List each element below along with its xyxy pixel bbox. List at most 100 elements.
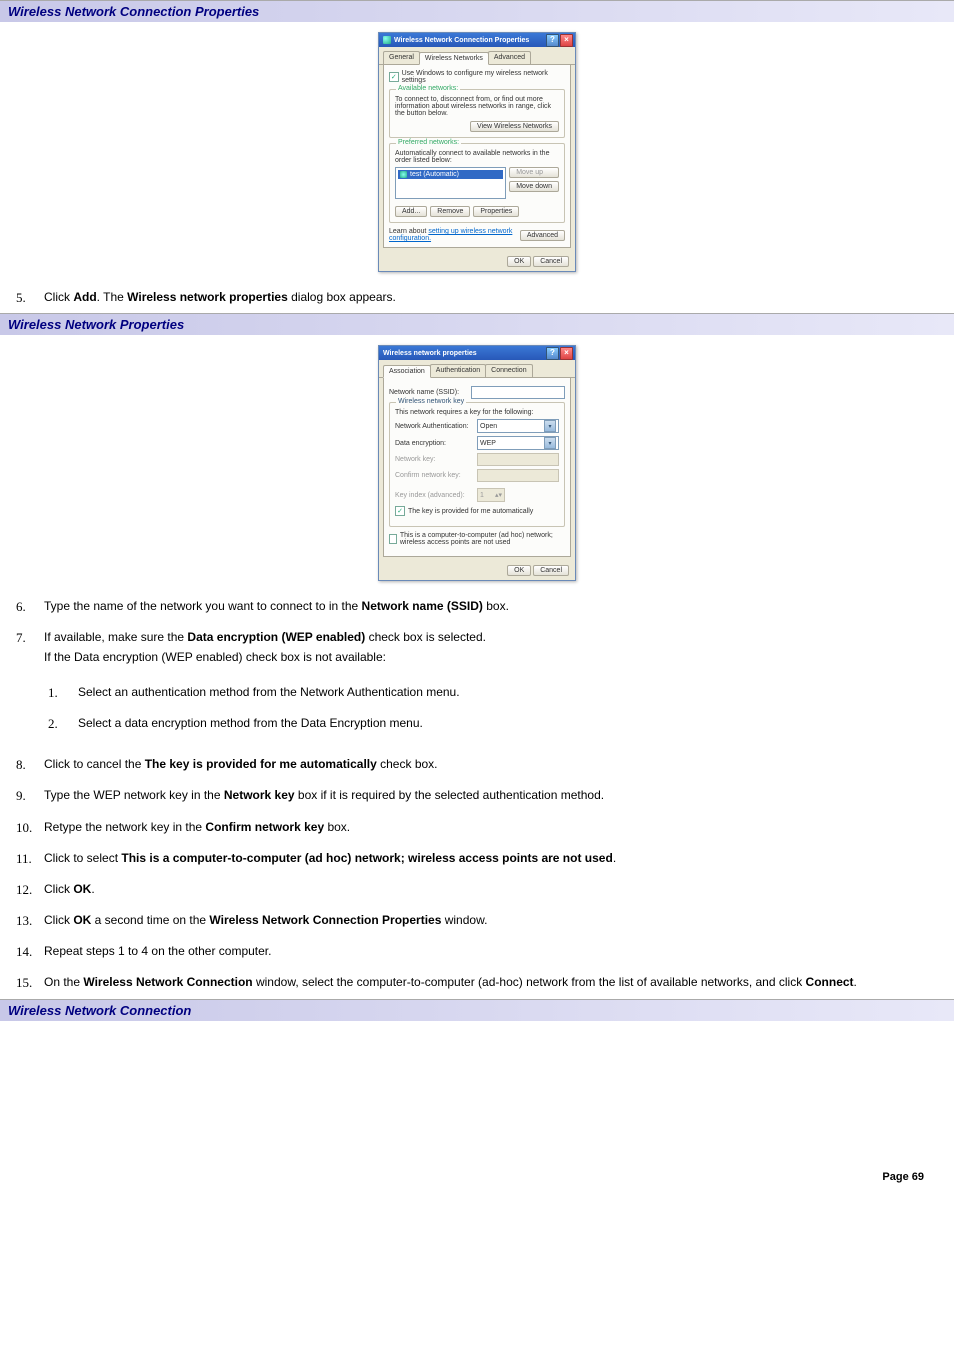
close-button[interactable]: × [560,347,573,360]
step-14: 14. Repeat steps 1 to 4 on the other com… [0,936,954,967]
adhoc-checkbox[interactable]: ✓ This is a computer-to-computer (ad hoc… [389,532,565,546]
available-legend: Available networks: [396,85,460,92]
substep-number: 1. [48,683,58,704]
move-up-button[interactable]: Move up [509,167,559,178]
step-number: 6. [16,597,26,618]
chevron-down-icon: ▾ [544,420,556,432]
step-number: 14. [16,942,32,963]
substep-number: 2. [48,714,58,735]
step-15: 15. On the Wireless Network Connection w… [0,967,954,998]
add-button[interactable]: Add... [395,206,427,217]
titlebar: Wireless Network Connection Properties ?… [379,33,575,47]
key-text: This network requires a key for the foll… [395,409,559,416]
view-wireless-networks-button[interactable]: View Wireless Networks [470,121,559,132]
tab-general[interactable]: General [383,51,420,64]
step-number: 9. [16,786,26,807]
auto-key-label: The key is provided for me automatically [408,508,533,515]
help-button[interactable]: ? [546,34,559,47]
adhoc-label: This is a computer-to-computer (ad hoc) … [400,532,565,546]
auto-key-checkbox[interactable]: ✓ The key is provided for me automatical… [395,506,559,516]
wireless-icon [383,36,391,44]
enc-value: WEP [480,440,496,447]
step-5: 5. Click Add. The Wireless network prope… [0,282,954,313]
preferred-networks-group: Preferred networks: Automatically connec… [389,143,565,223]
ok-button[interactable]: OK [507,565,531,576]
learn-about-text: Learn about [389,228,428,235]
checkbox-icon: ✓ [389,534,397,544]
data-encryption-select[interactable]: WEP ▾ [477,436,559,450]
key-legend: Wireless network key [396,398,466,405]
step-13: 13. Click OK a second time on the Wirele… [0,905,954,936]
tab-strip: Association Authentication Connection [379,360,575,378]
chevron-down-icon: ▾ [544,437,556,449]
step-number: 5. [16,288,26,309]
ok-button[interactable]: OK [507,256,531,267]
step-number: 7. [16,628,26,649]
ssid-label: Network name (SSID): [389,389,467,396]
tab-authentication[interactable]: Authentication [430,364,486,377]
section-header-connection-properties: Wireless Network Connection Properties [0,0,954,22]
list-item-label: test (Automatic) [410,171,459,178]
network-authentication-select[interactable]: Open ▾ [477,419,559,433]
key-index-value: 1 [480,492,484,499]
enc-label: Data encryption: [395,440,473,447]
dialog-title: Wireless network properties [383,350,477,357]
substep-2: 2. Select a data encryption method from … [44,708,934,739]
cancel-button[interactable]: Cancel [533,256,569,267]
use-windows-checkbox[interactable]: ✓ Use Windows to configure my wireless n… [389,70,565,84]
dialog-title: Wireless Network Connection Properties [394,37,529,44]
tab-advanced[interactable]: Advanced [488,51,531,64]
checkbox-icon: ✓ [389,72,399,82]
figure-network-properties: Wireless network properties ? × Associat… [0,335,954,591]
step-7: 7. If available, make sure the Data encr… [0,622,954,749]
key-index-label: Key index (advanced): [395,492,473,499]
page-number: Page 69 [0,1141,954,1193]
step-11: 11. Click to select This is a computer-t… [0,843,954,874]
network-key-label: Network key: [395,456,473,463]
step-number: 10. [16,818,32,839]
available-networks-group: Available networks: To connect to, disco… [389,89,565,138]
cancel-button[interactable]: Cancel [533,565,569,576]
confirm-key-input [477,469,559,482]
tab-page: Network name (SSID): Wireless network ke… [383,378,571,557]
step-12: 12. Click OK. [0,874,954,905]
checkbox-icon: ✓ [395,506,405,516]
network-key-input [477,453,559,466]
tab-wireless-networks[interactable]: Wireless Networks [419,52,489,65]
close-button[interactable]: × [560,34,573,47]
auth-label: Network Authentication: [395,423,473,430]
step-6: 6. Type the name of the network you want… [0,591,954,622]
properties-button[interactable]: Properties [473,206,519,217]
wireless-key-group: Wireless network key This network requir… [389,402,565,527]
confirm-key-label: Confirm network key: [395,472,473,479]
remove-button[interactable]: Remove [430,206,470,217]
list-item[interactable]: test (Automatic) [398,170,503,179]
use-windows-label: Use Windows to configure my wireless net… [402,70,565,84]
step-number: 11. [16,849,32,870]
step-number: 13. [16,911,32,932]
dialog-connection-properties: Wireless Network Connection Properties ?… [378,32,576,272]
move-down-button[interactable]: Move down [509,181,559,192]
preferred-text: Automatically connect to available netwo… [395,150,559,164]
preferred-networks-list[interactable]: test (Automatic) [395,167,506,199]
key-index-spinner: 1▴▾ [477,488,505,502]
tab-page: ✓ Use Windows to configure my wireless n… [383,65,571,248]
auth-value: Open [480,423,497,430]
tab-association[interactable]: Association [383,365,431,378]
dialog-footer: OK Cancel [379,252,575,271]
step-number: 15. [16,973,32,994]
section-header-wireless-connection: Wireless Network Connection [0,999,954,1021]
step-10: 10. Retype the network key in the Confir… [0,812,954,843]
advanced-button[interactable]: Advanced [520,230,565,241]
tab-connection[interactable]: Connection [485,364,532,377]
titlebar: Wireless network properties ? × [379,346,575,360]
help-button[interactable]: ? [546,347,559,360]
preferred-legend: Preferred networks: [396,139,461,146]
step-8: 8. Click to cancel the The key is provid… [0,749,954,780]
ssid-input[interactable] [471,386,565,399]
substep-1: 1. Select an authentication method from … [44,677,934,708]
step-9: 9. Type the WEP network key in the Netwo… [0,780,954,811]
step-number: 8. [16,755,26,776]
tab-strip: General Wireless Networks Advanced [379,47,575,65]
network-icon [400,171,407,178]
